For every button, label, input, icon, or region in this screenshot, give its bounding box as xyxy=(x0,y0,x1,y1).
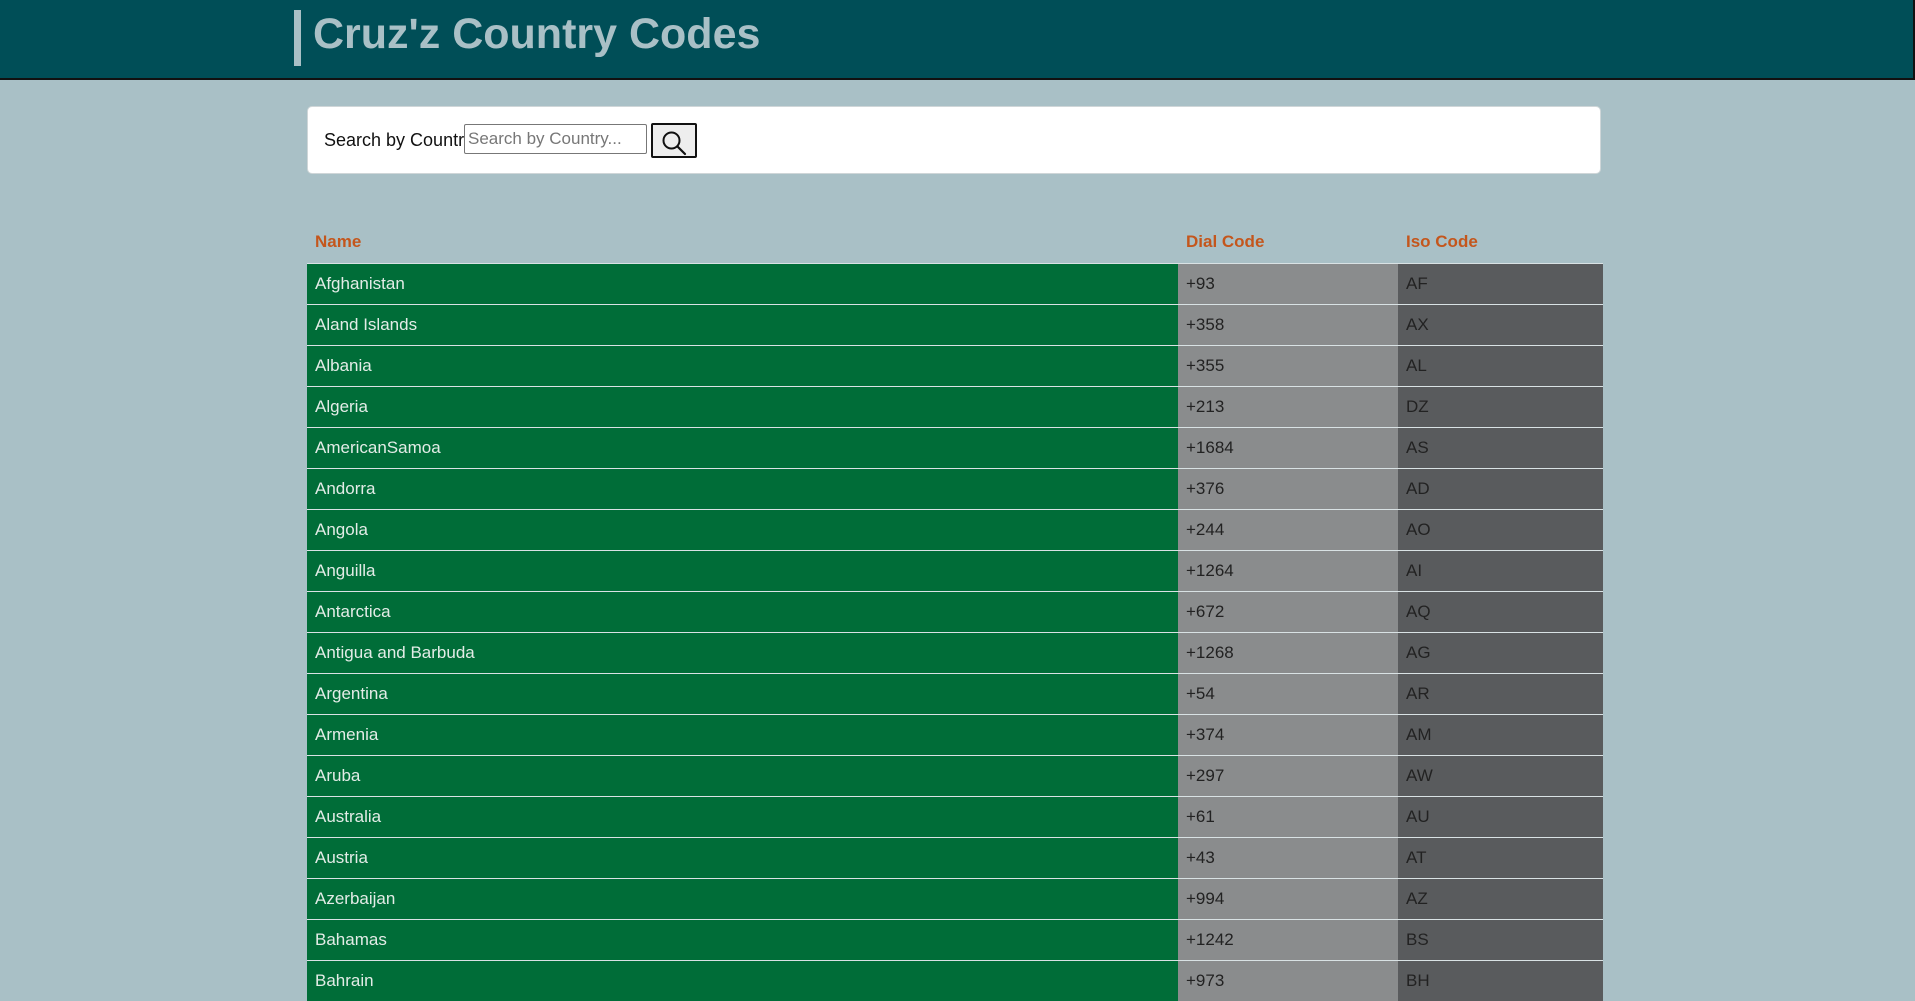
dial-code-cell: +54 xyxy=(1178,674,1398,715)
dial-code-cell: +244 xyxy=(1178,510,1398,551)
table-row[interactable]: Algeria+213DZ xyxy=(307,387,1603,428)
country-name-cell: Armenia xyxy=(307,715,1178,756)
dial-code-cell: +43 xyxy=(1178,838,1398,879)
table-header: Name Dial Code Iso Code xyxy=(307,220,1603,264)
iso-code-cell: AO xyxy=(1398,510,1603,551)
table-row[interactable]: AmericanSamoa+1684AS xyxy=(307,428,1603,469)
dial-code-cell: +1264 xyxy=(1178,551,1398,592)
country-name-cell: AmericanSamoa xyxy=(307,428,1178,469)
table-row[interactable]: Angola+244AO xyxy=(307,510,1603,551)
table-row[interactable]: Andorra+376AD xyxy=(307,469,1603,510)
table-header-row: Name Dial Code Iso Code xyxy=(307,220,1603,264)
table-row[interactable]: Aland Islands+358AX xyxy=(307,305,1603,346)
table-row[interactable]: Armenia+374AM xyxy=(307,715,1603,756)
table-row[interactable]: Austria+43AT xyxy=(307,838,1603,879)
table-row[interactable]: Antigua and Barbuda+1268AG xyxy=(307,633,1603,674)
iso-code-cell: AR xyxy=(1398,674,1603,715)
dial-code-cell: +994 xyxy=(1178,879,1398,920)
column-header-name[interactable]: Name xyxy=(307,220,1178,264)
site-header: Cruz'z Country Codes xyxy=(0,0,1915,80)
dial-code-cell: +355 xyxy=(1178,346,1398,387)
dial-code-cell: +213 xyxy=(1178,387,1398,428)
iso-code-cell: AD xyxy=(1398,469,1603,510)
iso-code-cell: AF xyxy=(1398,264,1603,305)
iso-code-cell: AG xyxy=(1398,633,1603,674)
table-row[interactable]: Bahamas+1242BS xyxy=(307,920,1603,961)
table-row[interactable]: Australia+61AU xyxy=(307,797,1603,838)
country-table: Name Dial Code Iso Code Afghanistan+93AF… xyxy=(307,220,1603,1001)
page-title: Cruz'z Country Codes xyxy=(313,8,760,60)
search-input[interactable] xyxy=(464,124,647,154)
country-table-container: Name Dial Code Iso Code Afghanistan+93AF… xyxy=(307,220,1603,1001)
table-body: Afghanistan+93AFAland Islands+358AXAlban… xyxy=(307,264,1603,1001)
dial-code-cell: +61 xyxy=(1178,797,1398,838)
iso-code-cell: AS xyxy=(1398,428,1603,469)
search-button[interactable] xyxy=(651,123,697,158)
column-header-iso-code[interactable]: Iso Code xyxy=(1398,220,1603,264)
dial-code-cell: +374 xyxy=(1178,715,1398,756)
iso-code-cell: AX xyxy=(1398,305,1603,346)
country-name-cell: Afghanistan xyxy=(307,264,1178,305)
table-row[interactable]: Argentina+54AR xyxy=(307,674,1603,715)
country-name-cell: Andorra xyxy=(307,469,1178,510)
country-name-cell: Aruba xyxy=(307,756,1178,797)
country-name-cell: Angola xyxy=(307,510,1178,551)
dial-code-cell: +376 xyxy=(1178,469,1398,510)
iso-code-cell: AI xyxy=(1398,551,1603,592)
iso-code-cell: DZ xyxy=(1398,387,1603,428)
search-icon xyxy=(661,130,687,156)
table-row[interactable]: Albania+355AL xyxy=(307,346,1603,387)
iso-code-cell: BH xyxy=(1398,961,1603,1001)
country-name-cell: Algeria xyxy=(307,387,1178,428)
iso-code-cell: AU xyxy=(1398,797,1603,838)
iso-code-cell: AW xyxy=(1398,756,1603,797)
table-row[interactable]: Bahrain+973BH xyxy=(307,961,1603,1001)
country-name-cell: Bahamas xyxy=(307,920,1178,961)
country-name-cell: Australia xyxy=(307,797,1178,838)
dial-code-cell: +1684 xyxy=(1178,428,1398,469)
iso-code-cell: AQ xyxy=(1398,592,1603,633)
iso-code-cell: AZ xyxy=(1398,879,1603,920)
dial-code-cell: +93 xyxy=(1178,264,1398,305)
country-name-cell: Azerbaijan xyxy=(307,879,1178,920)
country-name-cell: Austria xyxy=(307,838,1178,879)
country-name-cell: Albania xyxy=(307,346,1178,387)
country-name-cell: Bahrain xyxy=(307,961,1178,1001)
dial-code-cell: +1268 xyxy=(1178,633,1398,674)
table-row[interactable]: Antarctica+672AQ xyxy=(307,592,1603,633)
country-name-cell: Antarctica xyxy=(307,592,1178,633)
dial-code-cell: +1242 xyxy=(1178,920,1398,961)
table-row[interactable]: Anguilla+1264AI xyxy=(307,551,1603,592)
table-row[interactable]: Aruba+297AW xyxy=(307,756,1603,797)
iso-code-cell: AL xyxy=(1398,346,1603,387)
iso-code-cell: AM xyxy=(1398,715,1603,756)
country-name-cell: Anguilla xyxy=(307,551,1178,592)
table-row[interactable]: Afghanistan+93AF xyxy=(307,264,1603,305)
country-name-cell: Antigua and Barbuda xyxy=(307,633,1178,674)
dial-code-cell: +297 xyxy=(1178,756,1398,797)
search-panel: Search by Country xyxy=(307,106,1601,174)
country-name-cell: Aland Islands xyxy=(307,305,1178,346)
iso-code-cell: AT xyxy=(1398,838,1603,879)
header-accent-bar xyxy=(294,10,301,66)
dial-code-cell: +672 xyxy=(1178,592,1398,633)
iso-code-cell: BS xyxy=(1398,920,1603,961)
country-name-cell: Argentina xyxy=(307,674,1178,715)
table-row[interactable]: Azerbaijan+994AZ xyxy=(307,879,1603,920)
search-label: Search by Country xyxy=(324,129,473,151)
column-header-dial-code[interactable]: Dial Code xyxy=(1178,220,1398,264)
dial-code-cell: +358 xyxy=(1178,305,1398,346)
dial-code-cell: +973 xyxy=(1178,961,1398,1001)
